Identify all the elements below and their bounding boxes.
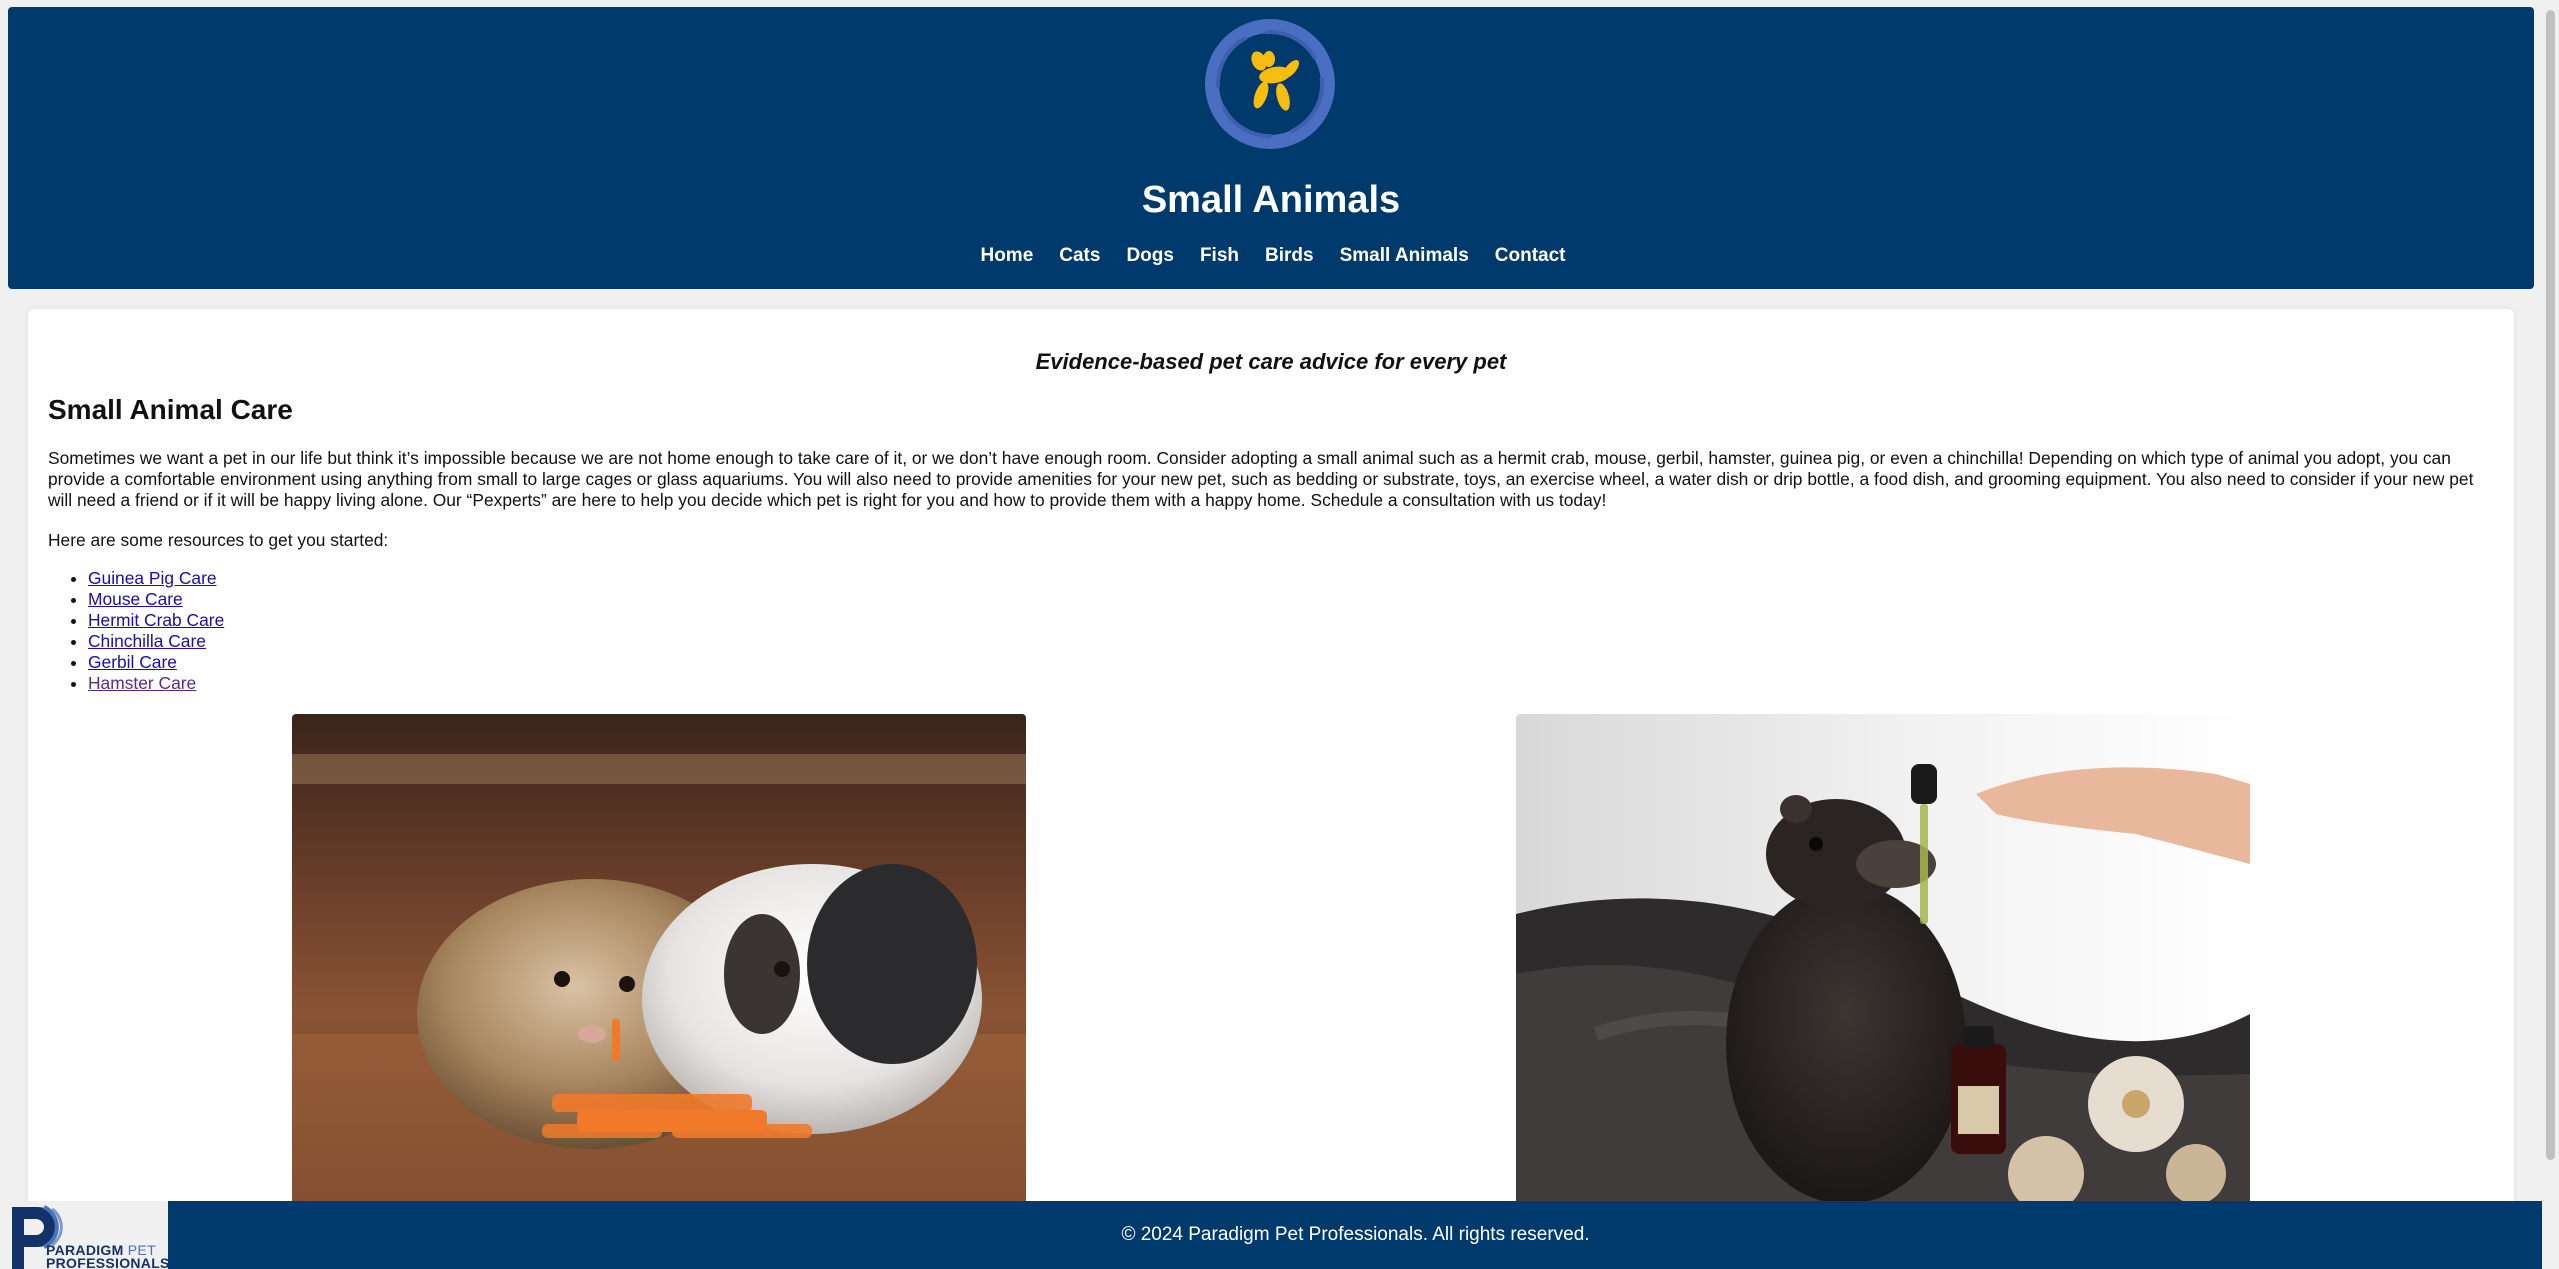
nav-contact[interactable]: Contact <box>1495 243 1566 269</box>
resources-label: Here are some resources to get you start… <box>48 530 389 550</box>
site-footer: © 2024 Paradigm Pet Professionals. All r… <box>168 1201 2543 1269</box>
nav-birds[interactable]: Birds <box>1265 243 1314 269</box>
list-item: Guinea Pig Care <box>88 568 224 589</box>
list-item: Gerbil Care <box>88 652 224 673</box>
chinchilla-care-link[interactable]: Chinchilla Care <box>88 631 206 651</box>
site-header: Small Animals Home Cats Dogs Fish Birds … <box>8 7 2534 289</box>
list-item: Chinchilla Care <box>88 631 224 652</box>
tagline: Evidence-based pet care advice for every… <box>1035 349 1507 374</box>
nav-small-animals[interactable]: Small Animals <box>1340 243 1469 269</box>
vertical-scrollbar[interactable] <box>2542 0 2559 1269</box>
hamster-care-link[interactable]: Hamster Care <box>88 673 196 693</box>
hermit-crab-care-link[interactable]: Hermit Crab Care <box>88 610 224 630</box>
guinea-pig-care-link[interactable]: Guinea Pig Care <box>88 568 217 588</box>
scrollbar-thumb[interactable] <box>2546 10 2555 1160</box>
brand-text: PARADIGM PET PROFESSIONALS <box>46 1243 170 1269</box>
copyright-text: © 2024 Paradigm Pet Professionals. All r… <box>1121 1224 1590 1245</box>
list-item: Hamster Care <box>88 673 224 694</box>
main-nav: Home Cats Dogs Fish Birds Small Animals … <box>8 243 2534 269</box>
ferret-photo <box>1516 714 2250 1214</box>
gerbil-care-link[interactable]: Gerbil Care <box>88 652 177 672</box>
nav-fish[interactable]: Fish <box>1200 243 1239 269</box>
intro-paragraph: Sometimes we want a pet in our life but … <box>48 448 2474 510</box>
section-heading: Small Animal Care <box>48 394 293 425</box>
balloon-dog-logo-icon[interactable] <box>1203 17 1338 152</box>
nav-dogs[interactable]: Dogs <box>1126 243 1174 269</box>
brand-logo[interactable]: PARADIGM PET PROFESSIONALS <box>8 1201 170 1269</box>
nav-home[interactable]: Home <box>980 243 1033 269</box>
page-title: Small Animals <box>1141 179 1401 221</box>
resource-list: Guinea Pig Care Mouse Care Hermit Crab C… <box>88 568 224 694</box>
guinea-pigs-photo <box>292 714 1026 1214</box>
nav-cats[interactable]: Cats <box>1059 243 1100 269</box>
brand-line2: PROFESSIONALS <box>46 1255 170 1269</box>
list-item: Mouse Care <box>88 589 224 610</box>
list-item: Hermit Crab Care <box>88 610 224 631</box>
mouse-care-link[interactable]: Mouse Care <box>88 589 183 609</box>
main-content: Evidence-based pet care advice for every… <box>28 309 2514 1269</box>
